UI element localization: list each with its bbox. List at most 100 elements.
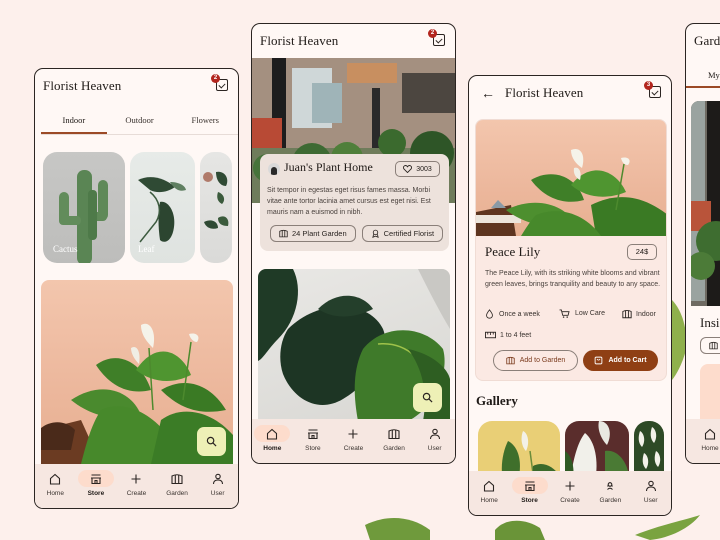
water-drop-icon xyxy=(486,309,493,319)
store-icon xyxy=(307,428,318,439)
shop-avatar xyxy=(268,163,280,175)
category-card-flowers[interactable] xyxy=(200,152,232,263)
nav-label: Garden xyxy=(166,490,188,497)
garden-item-chip[interactable] xyxy=(700,337,720,354)
shop-chips: 24 Plant Garden Certified Florist xyxy=(270,225,444,242)
nav-user[interactable]: User xyxy=(198,470,238,497)
leaf-decoration xyxy=(635,515,700,540)
garden-icon xyxy=(171,473,183,484)
home-icon xyxy=(484,480,495,492)
bottom-nav: Home Store Create Garden User xyxy=(469,471,671,515)
tab-indoor[interactable]: Indoor xyxy=(41,107,107,134)
attribute-label: Low Care xyxy=(575,310,605,317)
screen-product-detail: ← Florist Heaven 3 Peace Lily 24$ The Pe… xyxy=(468,75,672,516)
nav-garden[interactable]: Garden xyxy=(157,470,197,497)
nav-label: Home xyxy=(46,490,64,497)
garden-item-image[interactable] xyxy=(691,101,720,306)
nav-home[interactable]: Home xyxy=(35,470,75,497)
cart-icon[interactable]: 3 xyxy=(644,81,661,98)
shop-info-card: Juan's Plant Home 3003 Sit tempor in ege… xyxy=(260,154,449,251)
nav-user[interactable]: User xyxy=(415,425,455,452)
nav-create[interactable]: Create xyxy=(116,470,156,497)
gallery-title: Gallery xyxy=(476,393,518,408)
home-icon xyxy=(50,473,61,485)
back-arrow-icon[interactable]: ← xyxy=(481,85,495,101)
app-bar: Florist Heaven 2 xyxy=(35,69,238,103)
screen-shop-home: Florist Heaven 2 Juan's Plant Home 3003 … xyxy=(251,23,456,464)
product-image xyxy=(476,120,666,236)
nav-home[interactable]: Home xyxy=(469,477,509,504)
category-tabs: Indoor Outdoor Flowers xyxy=(41,107,238,135)
store-icon xyxy=(90,473,101,484)
garden-tab[interactable]: My xyxy=(686,64,720,88)
search-fab[interactable] xyxy=(413,383,442,412)
nav-user[interactable]: User xyxy=(631,477,671,504)
chip-certified-florist[interactable]: Certified Florist xyxy=(361,225,444,242)
flowers-image xyxy=(203,171,229,229)
app-title: Florist Heaven xyxy=(260,33,339,48)
nav-home[interactable]: Home xyxy=(252,425,292,452)
screen-home-indoor: Florist Heaven 2 Indoor Outdoor Flowers … xyxy=(34,68,239,509)
chip-plant-garden[interactable]: 24 Plant Garden xyxy=(270,225,356,242)
nav-create[interactable]: Create xyxy=(550,477,590,504)
product-attribute-watering: Once a week xyxy=(485,309,540,319)
peace-lily-image xyxy=(476,148,666,236)
like-count: 3003 xyxy=(416,165,432,173)
app-bar: Gard xyxy=(686,24,720,58)
garden-icon xyxy=(388,428,400,439)
tab-flowers[interactable]: Flowers xyxy=(172,107,238,134)
cart-icon[interactable]: 2 xyxy=(211,74,228,91)
indoor-plant-image xyxy=(691,101,720,306)
category-card-leaf[interactable]: Leaf xyxy=(130,152,195,263)
plus-icon xyxy=(565,481,575,490)
garden-user-icon xyxy=(607,481,614,490)
product-attribute-care: Low Care xyxy=(559,309,605,318)
tab-outdoor[interactable]: Outdoor xyxy=(107,107,173,134)
add-to-cart-button[interactable]: Add to Cart xyxy=(583,350,658,371)
search-fab[interactable] xyxy=(197,427,226,456)
button-label: Add to Cart xyxy=(608,357,647,364)
garden-icon xyxy=(506,356,515,365)
nav-label: User xyxy=(210,490,225,497)
product-price: 24$ xyxy=(627,244,657,260)
product-description: The Peace Lily, with its striking white … xyxy=(485,270,661,288)
nav-store[interactable]: Store xyxy=(76,470,116,497)
shop-description: Sit tempor in egestas eget risus fames m… xyxy=(267,187,431,216)
garden-icon xyxy=(709,341,718,350)
bottom-nav: Home xyxy=(686,419,720,463)
app-title: Gard xyxy=(694,33,720,48)
nav-store[interactable]: Store xyxy=(510,477,550,504)
nav-create[interactable]: Create xyxy=(333,425,373,452)
plus-icon xyxy=(348,429,358,438)
home-icon xyxy=(704,428,716,440)
certified-icon xyxy=(371,229,379,238)
nav-label: User xyxy=(643,497,658,504)
garden-icon xyxy=(279,229,288,238)
cart-badge: 3 xyxy=(644,81,653,90)
screen-garden: Gard My Insi Home xyxy=(685,23,720,464)
garden-item-title: Insi xyxy=(700,315,720,330)
cart-icon[interactable]: 2 xyxy=(428,29,445,46)
like-button[interactable]: 3003 xyxy=(395,161,440,177)
attribute-label: 1 to 4 feet xyxy=(500,331,532,339)
nav-label: Store xyxy=(305,445,321,452)
tab-label: My xyxy=(708,70,720,80)
nav-home[interactable]: Home xyxy=(690,425,720,452)
app-bar: Florist Heaven 2 xyxy=(252,24,455,58)
nav-garden[interactable]: Garden xyxy=(374,425,414,452)
chip-label: Certified Florist xyxy=(383,229,435,238)
nav-garden[interactable]: Garden xyxy=(590,477,630,504)
product-card: Peace Lily 24$ The Peace Lily, with its … xyxy=(475,119,667,381)
nav-store[interactable]: Store xyxy=(293,425,333,452)
leaf-decoration xyxy=(365,518,430,540)
attribute-label: Once a week xyxy=(499,310,540,318)
nav-label: Store xyxy=(87,490,105,497)
nav-label: Home xyxy=(701,445,719,452)
nav-label: User xyxy=(427,445,442,452)
nav-label: Home xyxy=(263,445,282,452)
nav-label: Store xyxy=(521,497,538,504)
category-card-cactus[interactable]: Cactus xyxy=(43,152,125,263)
add-to-garden-button[interactable]: Add to Garden xyxy=(493,350,578,371)
cart-badge: 2 xyxy=(428,29,437,38)
nav-label: Create xyxy=(343,445,364,452)
